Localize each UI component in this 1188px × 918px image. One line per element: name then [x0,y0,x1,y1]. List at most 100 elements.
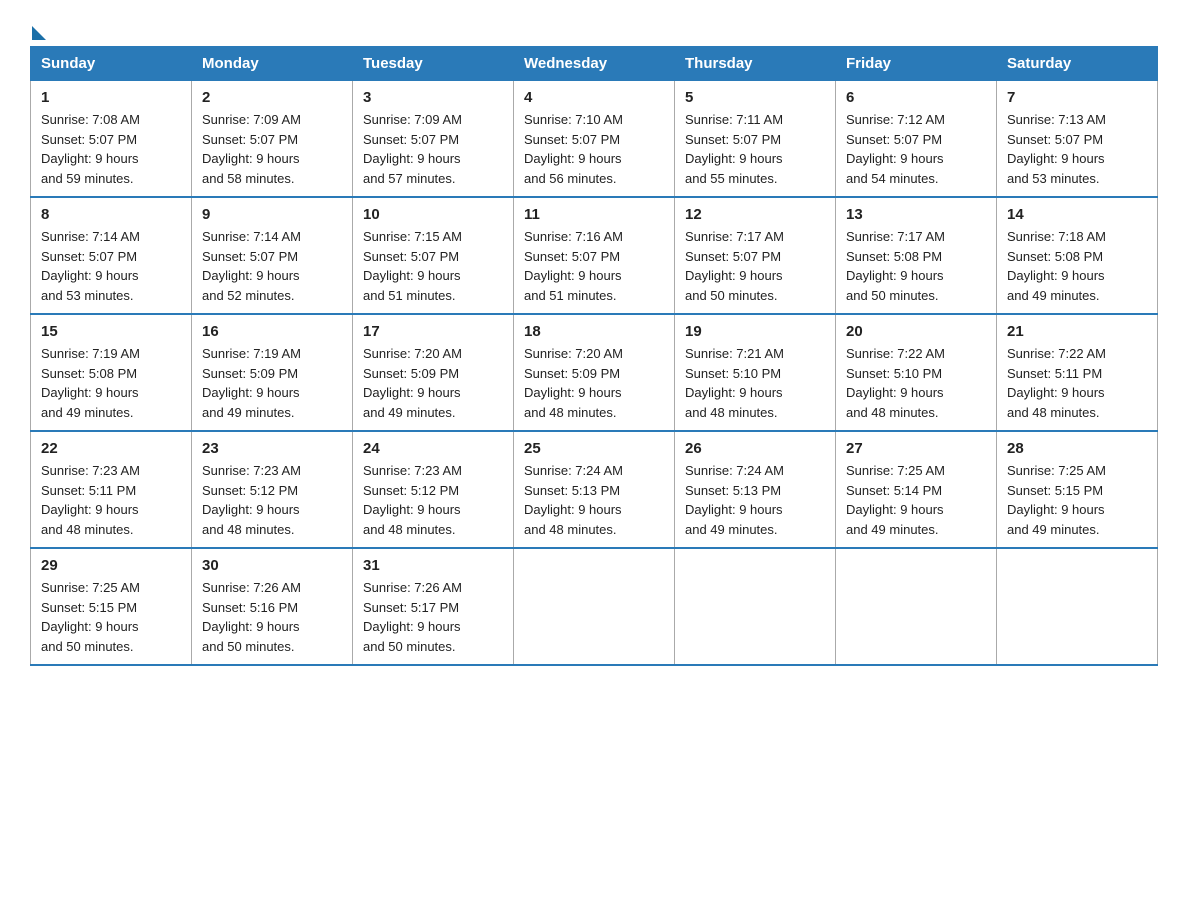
day-number: 26 [685,440,825,457]
calendar-cell: 16 Sunrise: 7:19 AMSunset: 5:09 PMDayligh… [192,314,353,431]
calendar-cell: 7 Sunrise: 7:13 AMSunset: 5:07 PMDaylight… [997,81,1158,198]
calendar-cell: 15 Sunrise: 7:19 AMSunset: 5:08 PMDayligh… [31,314,192,431]
calendar-cell: 28 Sunrise: 7:25 AMSunset: 5:15 PMDayligh… [997,431,1158,548]
calendar-cell: 8 Sunrise: 7:14 AMSunset: 5:07 PMDaylight… [31,197,192,314]
week-row-1: 1 Sunrise: 7:08 AMSunset: 5:07 PMDaylight… [31,81,1158,198]
week-row-2: 8 Sunrise: 7:14 AMSunset: 5:07 PMDaylight… [31,197,1158,314]
header-wednesday: Wednesday [514,47,675,81]
day-number: 1 [41,89,181,106]
calendar-cell: 2Sunrise: 7:09 AMSunset: 5:07 PMDaylight… [192,81,353,198]
day-info: Sunrise: 7:22 AMSunset: 5:11 PMDaylight:… [1007,346,1106,420]
day-number: 23 [202,440,342,457]
day-number: 15 [41,323,181,340]
calendar-cell: 20Sunrise: 7:22 AMSunset: 5:10 PMDayligh… [836,314,997,431]
day-info: Sunrise: 7:24 AMSunset: 5:13 PMDaylight:… [685,463,784,537]
header-tuesday: Tuesday [353,47,514,81]
day-info: Sunrise: 7:15 AMSunset: 5:07 PMDaylight:… [363,229,462,303]
calendar-cell: 23 Sunrise: 7:23 AMSunset: 5:12 PMDayligh… [192,431,353,548]
day-info: Sunrise: 7:20 AMSunset: 5:09 PMDaylight:… [524,346,623,420]
day-info: Sunrise: 7:19 AMSunset: 5:09 PMDaylight:… [202,346,301,420]
logo-arrow-icon [32,26,46,40]
day-info: Sunrise: 7:08 AMSunset: 5:07 PMDaylight:… [41,112,140,186]
calendar-cell: 26 Sunrise: 7:24 AMSunset: 5:13 PMDayligh… [675,431,836,548]
day-info: Sunrise: 7:23 AMSunset: 5:11 PMDaylight:… [41,463,140,537]
day-number: 28 [1007,440,1147,457]
day-number: 22 [41,440,181,457]
day-number: 12 [685,206,825,223]
day-info: Sunrise: 7:25 AMSunset: 5:14 PMDaylight:… [846,463,945,537]
day-number: 16 [202,323,342,340]
calendar-cell: 4 Sunrise: 7:10 AMSunset: 5:07 PMDaylight… [514,81,675,198]
day-info: Sunrise: 7:26 AMSunset: 5:16 PMDaylight:… [202,580,301,654]
day-number: 9 [202,206,342,223]
calendar-cell [514,548,675,665]
day-number: 21 [1007,323,1147,340]
header-saturday: Saturday [997,47,1158,81]
day-number: 7 [1007,89,1147,106]
day-number: 14 [1007,206,1147,223]
day-number: 5 [685,89,825,106]
day-info: Sunrise: 7:09 AMSunset: 5:07 PMDaylight:… [363,112,462,186]
day-info: Sunrise: 7:26 AMSunset: 5:17 PMDaylight:… [363,580,462,654]
day-info: Sunrise: 7:23 AMSunset: 5:12 PMDaylight:… [363,463,462,537]
day-info: Sunrise: 7:11 AMSunset: 5:07 PMDaylight:… [685,112,783,186]
header-monday: Monday [192,47,353,81]
calendar-cell: 6 Sunrise: 7:12 AMSunset: 5:07 PMDaylight… [836,81,997,198]
calendar-table: SundayMondayTuesdayWednesdayThursdayFrid… [30,46,1158,666]
calendar-cell: 25 Sunrise: 7:24 AMSunset: 5:13 PMDayligh… [514,431,675,548]
day-info: Sunrise: 7:10 AMSunset: 5:07 PMDaylight:… [524,112,623,186]
day-info: Sunrise: 7:17 AMSunset: 5:07 PMDaylight:… [685,229,784,303]
day-info: Sunrise: 7:16 AMSunset: 5:07 PMDaylight:… [524,229,623,303]
day-info: Sunrise: 7:25 AMSunset: 5:15 PMDaylight:… [41,580,140,654]
calendar-cell: 11Sunrise: 7:16 AMSunset: 5:07 PMDayligh… [514,197,675,314]
day-info: Sunrise: 7:17 AMSunset: 5:08 PMDaylight:… [846,229,945,303]
day-info: Sunrise: 7:14 AMSunset: 5:07 PMDaylight:… [202,229,301,303]
header-thursday: Thursday [675,47,836,81]
calendar-cell: 22 Sunrise: 7:23 AMSunset: 5:11 PMDayligh… [31,431,192,548]
calendar-cell: 10 Sunrise: 7:15 AMSunset: 5:07 PMDayligh… [353,197,514,314]
logo [30,20,46,36]
week-row-4: 22 Sunrise: 7:23 AMSunset: 5:11 PMDayligh… [31,431,1158,548]
calendar-cell: 9 Sunrise: 7:14 AMSunset: 5:07 PMDaylight… [192,197,353,314]
day-info: Sunrise: 7:12 AMSunset: 5:07 PMDaylight:… [846,112,945,186]
day-number: 6 [846,89,986,106]
day-number: 18 [524,323,664,340]
calendar-header-row: SundayMondayTuesdayWednesdayThursdayFrid… [31,47,1158,81]
day-number: 10 [363,206,503,223]
calendar-cell [997,548,1158,665]
day-number: 4 [524,89,664,106]
day-number: 25 [524,440,664,457]
day-number: 17 [363,323,503,340]
day-info: Sunrise: 7:18 AMSunset: 5:08 PMDaylight:… [1007,229,1106,303]
day-number: 29 [41,557,181,574]
day-number: 31 [363,557,503,574]
calendar-cell: 19Sunrise: 7:21 AMSunset: 5:10 PMDayligh… [675,314,836,431]
day-number: 8 [41,206,181,223]
day-info: Sunrise: 7:25 AMSunset: 5:15 PMDaylight:… [1007,463,1106,537]
calendar-cell: 18 Sunrise: 7:20 AMSunset: 5:09 PMDayligh… [514,314,675,431]
calendar-cell: 14 Sunrise: 7:18 AMSunset: 5:08 PMDayligh… [997,197,1158,314]
calendar-cell: 5 Sunrise: 7:11 AMSunset: 5:07 PMDaylight… [675,81,836,198]
calendar-cell: 31 Sunrise: 7:26 AMSunset: 5:17 PMDayligh… [353,548,514,665]
day-number: 30 [202,557,342,574]
day-info: Sunrise: 7:22 AMSunset: 5:10 PMDaylight:… [846,346,945,420]
calendar-cell: 3 Sunrise: 7:09 AMSunset: 5:07 PMDaylight… [353,81,514,198]
calendar-cell: 13 Sunrise: 7:17 AMSunset: 5:08 PMDayligh… [836,197,997,314]
calendar-cell: 1 Sunrise: 7:08 AMSunset: 5:07 PMDaylight… [31,81,192,198]
day-info: Sunrise: 7:19 AMSunset: 5:08 PMDaylight:… [41,346,140,420]
day-info: Sunrise: 7:23 AMSunset: 5:12 PMDaylight:… [202,463,301,537]
day-info: Sunrise: 7:14 AMSunset: 5:07 PMDaylight:… [41,229,140,303]
week-row-3: 15 Sunrise: 7:19 AMSunset: 5:08 PMDayligh… [31,314,1158,431]
calendar-cell: 21 Sunrise: 7:22 AMSunset: 5:11 PMDayligh… [997,314,1158,431]
day-number: 24 [363,440,503,457]
calendar-cell: 17Sunrise: 7:20 AMSunset: 5:09 PMDayligh… [353,314,514,431]
header-sunday: Sunday [31,47,192,81]
day-number: 3 [363,89,503,106]
day-number: 27 [846,440,986,457]
day-number: 13 [846,206,986,223]
calendar-cell: 29 Sunrise: 7:25 AMSunset: 5:15 PMDayligh… [31,548,192,665]
day-info: Sunrise: 7:13 AMSunset: 5:07 PMDaylight:… [1007,112,1106,186]
day-info: Sunrise: 7:24 AMSunset: 5:13 PMDaylight:… [524,463,623,537]
day-info: Sunrise: 7:09 AMSunset: 5:07 PMDaylight:… [202,112,301,186]
week-row-5: 29 Sunrise: 7:25 AMSunset: 5:15 PMDayligh… [31,548,1158,665]
